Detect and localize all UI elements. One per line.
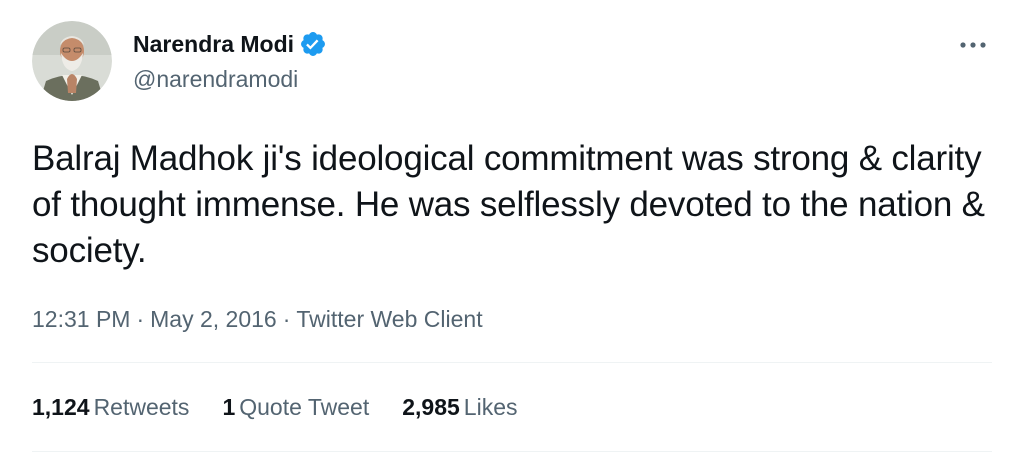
retweets-label: Retweets: [93, 394, 190, 420]
likes-stat[interactable]: 2,985 Likes: [402, 393, 517, 421]
divider: [32, 362, 992, 363]
author-name-row[interactable]: Narendra Modi: [133, 30, 327, 58]
likes-label: Likes: [463, 394, 518, 420]
verified-badge-icon: [301, 32, 325, 56]
author-handle[interactable]: @narendramodi: [133, 65, 298, 93]
more-horizontal-icon: [960, 42, 986, 48]
quote-tweets-stat[interactable]: 1 Quote Tweet: [222, 393, 369, 421]
tweet-text: Balraj Madhok ji's ideological commitmen…: [32, 139, 985, 270]
divider: [32, 451, 992, 452]
tweet-metadata: 12:31 PM · May 2, 2016 · Twitter Web Client: [32, 305, 483, 333]
tweet-card: Narendra Modi @narendramodi Balraj Madho…: [0, 0, 1024, 474]
retweets-count: 1,124: [32, 394, 90, 420]
retweets-stat[interactable]: 1,124 Retweets: [32, 393, 189, 421]
tweet-stats: 1,124 Retweets 1 Quote Tweet 2,985 Likes: [32, 393, 551, 421]
likes-count: 2,985: [402, 394, 460, 420]
tweet-date[interactable]: May 2, 2016: [150, 306, 277, 332]
meta-separator: ·: [282, 306, 291, 332]
more-options-button[interactable]: [955, 30, 991, 60]
quote-tweets-count: 1: [222, 394, 236, 420]
author-avatar[interactable]: [32, 21, 112, 101]
avatar-photo-icon: [32, 21, 112, 101]
tweet-time[interactable]: 12:31 PM: [32, 306, 130, 332]
quote-tweets-label: Quote Tweet: [239, 394, 370, 420]
tweet-source[interactable]: Twitter Web Client: [296, 306, 482, 332]
author-display-name[interactable]: Narendra Modi: [133, 30, 294, 58]
meta-separator: ·: [136, 306, 145, 332]
